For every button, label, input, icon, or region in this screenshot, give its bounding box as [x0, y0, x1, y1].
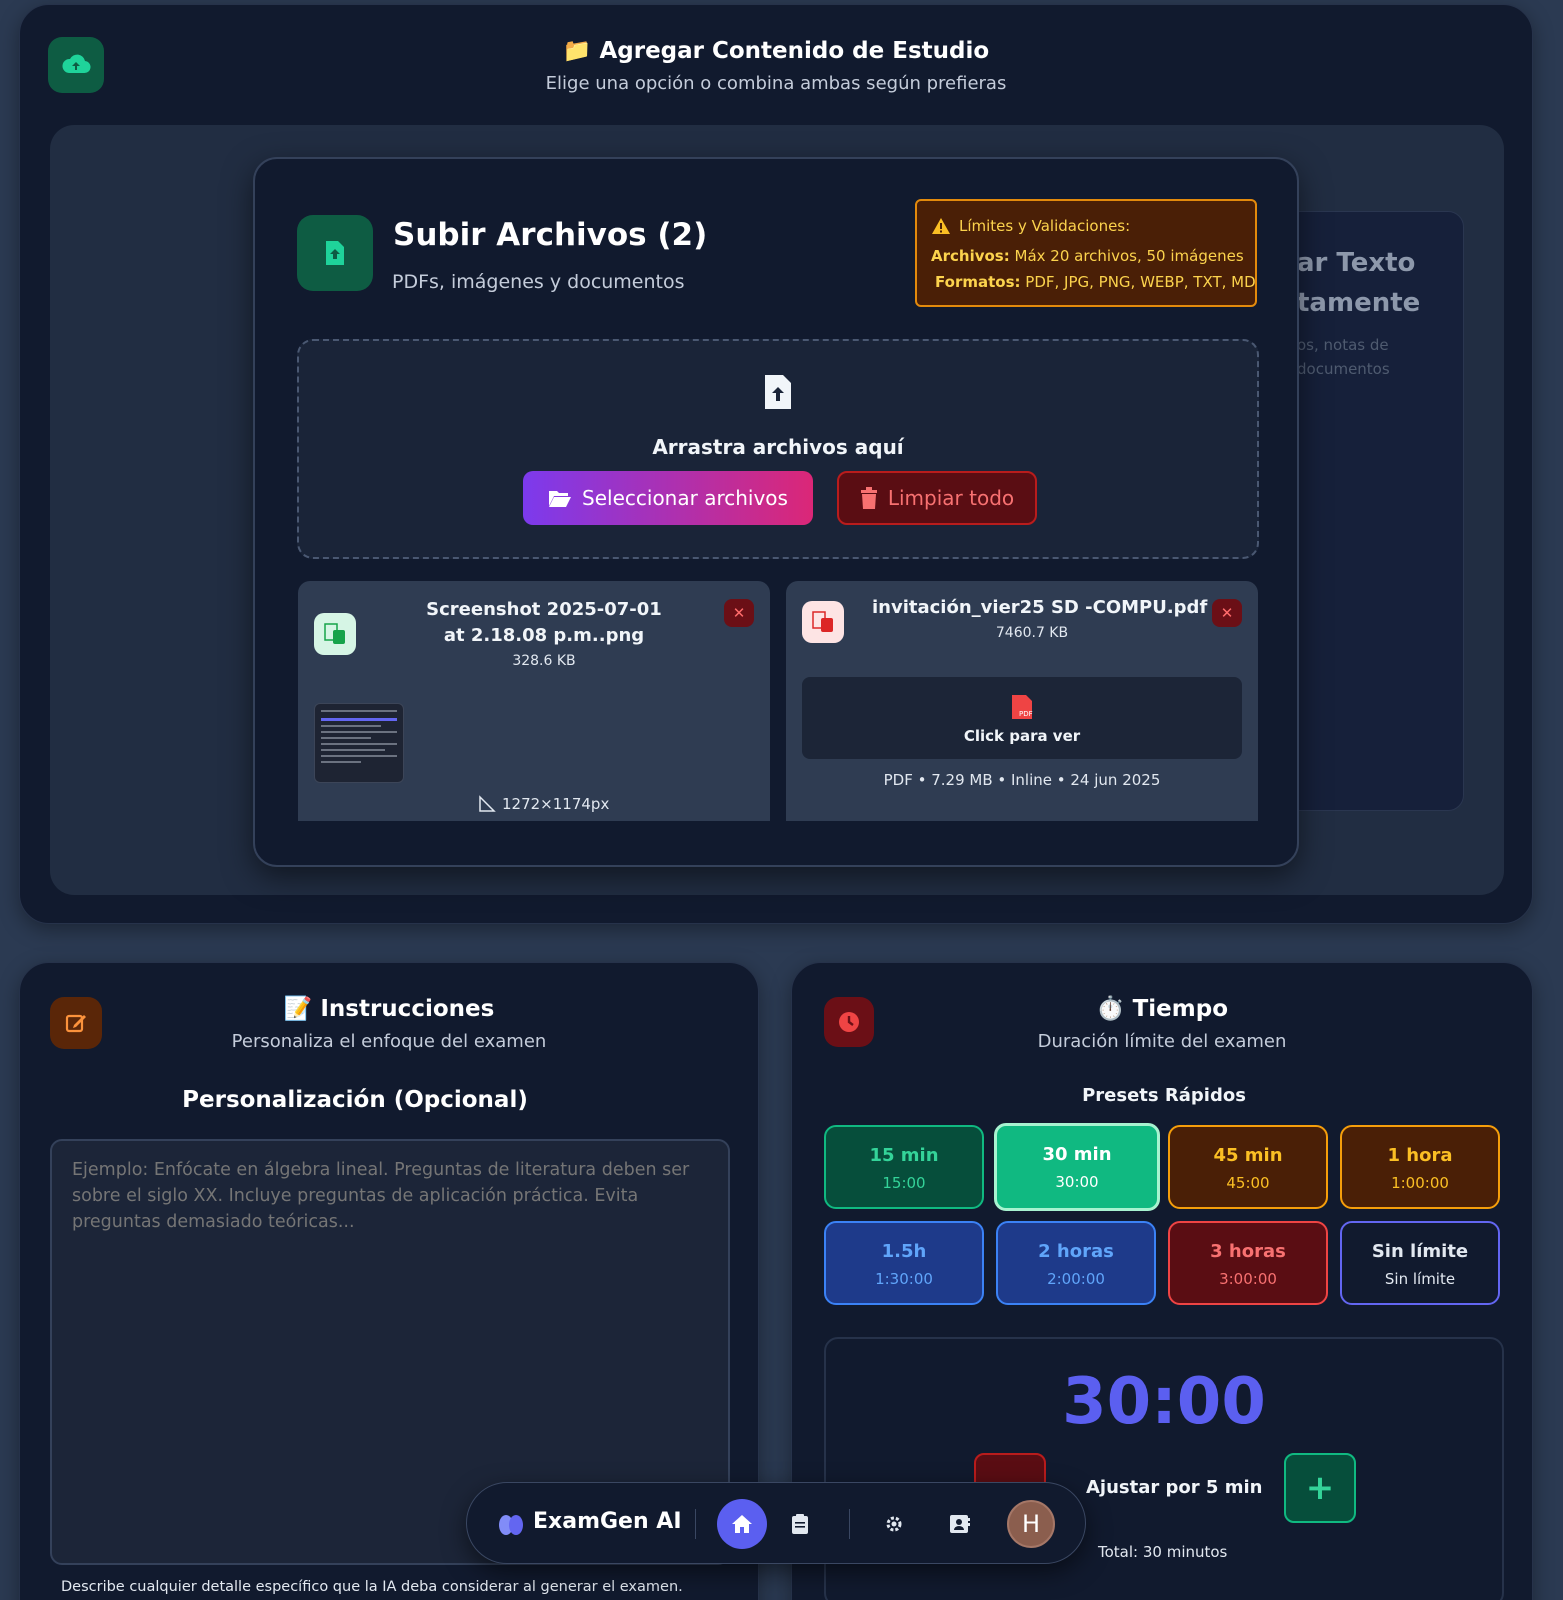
select-files-button[interactable]: Seleccionar archivos: [523, 471, 813, 525]
preset-30-min[interactable]: 30 min 30:00: [994, 1123, 1160, 1211]
time-title: ⏱️ Tiempo: [1095, 996, 1229, 1022]
preset-value: 15:00: [882, 1174, 926, 1192]
file-upload-icon: [297, 215, 373, 291]
preset-3-horas[interactable]: 3 horas 3:00:00: [1168, 1221, 1328, 1305]
paste-text-title-line1: ar Texto: [1297, 248, 1416, 278]
pdf-preview-button[interactable]: PDF Click para ver: [802, 677, 1242, 759]
clipboard-icon[interactable]: [785, 1509, 815, 1539]
preset-1-5h[interactable]: 1.5h 1:30:00: [824, 1221, 984, 1305]
preset-value: 2:00:00: [1047, 1270, 1105, 1288]
folder-open-icon: [549, 491, 572, 507]
limits-files-value: Máx 20 archivos, 50 imágenes: [1014, 247, 1244, 265]
contact-card-icon[interactable]: [945, 1509, 975, 1539]
preset-label: 30 min: [1042, 1144, 1112, 1165]
limits-formats-value: PDF, JPG, PNG, WEBP, TXT, MD: [1025, 273, 1256, 291]
ruler-icon: [478, 795, 496, 817]
preset-label: 1.5h: [881, 1241, 927, 1262]
image-thumbnail[interactable]: [314, 703, 404, 783]
adjust-label: Ajustar por 5 min: [1086, 1477, 1263, 1498]
preset-15-min[interactable]: 15 min 15:00: [824, 1125, 984, 1209]
file-card-pdf[interactable]: invitación_vier25 SD -COMPU.pdf 7460.7 K…: [786, 581, 1258, 821]
gear-icon[interactable]: [879, 1509, 909, 1539]
user-avatar[interactable]: H: [1007, 1500, 1055, 1548]
upload-card-title: Subir Archivos (2): [393, 217, 708, 253]
file-size: 328.6 KB: [512, 653, 576, 669]
clear-all-button[interactable]: Limpiar todo: [837, 471, 1037, 525]
plus-icon: +: [1305, 1468, 1335, 1508]
preset-value: Sin límite: [1384, 1270, 1456, 1288]
dropzone[interactable]: Arrastra archivos aquí Seleccionar archi…: [297, 339, 1259, 559]
bottom-nav: ExamGen AI H: [466, 1482, 1086, 1564]
pdf-icon: PDF: [1010, 693, 1034, 725]
file-card-image[interactable]: Screenshot 2025-07-01 at 2.18.08 p.m..pn…: [298, 581, 770, 821]
brain-icon: [497, 1511, 525, 1539]
paste-text-title-line2: tamente: [1297, 288, 1421, 318]
preset-sin-limite[interactable]: Sin límite Sin límite: [1340, 1221, 1500, 1305]
trash-icon: [860, 487, 877, 509]
preset-label: Sin límite: [1371, 1241, 1469, 1262]
dropzone-text: Arrastra archivos aquí: [652, 435, 904, 459]
upload-section-subtitle: Elige una opción o combina ambas según p…: [545, 73, 1007, 94]
nav-divider: [849, 1509, 850, 1539]
upload-section-title: 📁 Agregar Contenido de Estudio: [562, 38, 990, 64]
brand-name[interactable]: ExamGen AI: [533, 1509, 682, 1534]
pdf-meta: PDF • 7.29 MB • Inline • 24 jun 2025: [883, 771, 1161, 789]
file-name: Screenshot 2025-07-01 at 2.18.08 p.m..pn…: [426, 599, 662, 646]
preset-label: 45 min: [1213, 1145, 1283, 1166]
preset-2-horas[interactable]: 2 horas 2:00:00: [996, 1221, 1156, 1305]
upload-panel: 📁 Agregar Contenido de Estudio Elige una…: [19, 4, 1533, 924]
customization-hint: Describe cualquier detalle específico qu…: [61, 1579, 683, 1595]
home-icon[interactable]: [717, 1499, 767, 1549]
image-file-icon: [314, 613, 356, 655]
file-size: 7460.7 KB: [995, 625, 1069, 641]
file-name: invitación_vier25 SD -COMPU.pdf: [872, 597, 1208, 618]
instructions-subtitle: Personaliza el enfoque del examen: [231, 1031, 547, 1052]
select-files-label: Seleccionar archivos: [582, 486, 788, 510]
upload-file-icon: [763, 373, 793, 415]
increase-time-button[interactable]: +: [1284, 1453, 1356, 1523]
preset-value: 1:30:00: [875, 1270, 933, 1288]
paste-text-desc-line1: os, notas de: [1297, 336, 1389, 354]
presets-label: Presets Rápidos: [1082, 1085, 1246, 1106]
limits-files-label: Archivos:: [931, 247, 1010, 265]
preset-1-hora[interactable]: 1 hora 1:00:00: [1340, 1125, 1500, 1209]
preset-value: 3:00:00: [1219, 1270, 1277, 1288]
image-dimensions: 1272×1174px: [502, 795, 610, 813]
pdf-file-icon: [802, 601, 844, 643]
total-time: Total: 30 minutos: [1098, 1543, 1228, 1561]
customization-label: Personalización (Opcional): [182, 1087, 528, 1113]
limits-box: Límites y Validaciones: Archivos: Máx 20…: [915, 199, 1257, 307]
avatar-initial: H: [1021, 1510, 1041, 1538]
limits-heading: Límites y Validaciones:: [959, 217, 1131, 235]
limits-files-line: Archivos: Máx 20 archivos, 50 imágenes: [931, 247, 1244, 265]
timer-display: 30:00: [1062, 1365, 1266, 1439]
svg-text:PDF: PDF: [1019, 710, 1033, 718]
warning-icon: [931, 217, 951, 235]
paste-text-desc-line2: documentos: [1297, 360, 1390, 378]
preset-value: 45:00: [1226, 1174, 1270, 1192]
nav-divider: [695, 1509, 696, 1539]
clear-all-label: Limpiar todo: [887, 486, 1015, 510]
preset-value: 1:00:00: [1391, 1174, 1449, 1192]
limits-formats-line: Formatos: PDF, JPG, PNG, WEBP, TXT, MD: [935, 273, 1256, 291]
preset-45-min[interactable]: 45 min 45:00: [1168, 1125, 1328, 1209]
preset-label: 3 horas: [1210, 1241, 1286, 1262]
preset-label: 15 min: [869, 1145, 939, 1166]
preset-label: 1 hora: [1387, 1145, 1453, 1166]
instructions-title: 📝 Instrucciones: [283, 996, 495, 1022]
preset-label: 2 horas: [1038, 1241, 1114, 1262]
limits-formats-label: Formatos:: [935, 273, 1021, 291]
pdf-preview-label: Click para ver: [963, 727, 1081, 745]
preset-value: 30:00: [1055, 1173, 1099, 1191]
time-subtitle: Duración límite del examen: [1037, 1031, 1287, 1052]
remove-file-button[interactable]: ✕: [1212, 599, 1242, 627]
remove-file-button[interactable]: ✕: [724, 599, 754, 627]
upload-card-subtitle: PDFs, imágenes y documentos: [392, 271, 685, 293]
